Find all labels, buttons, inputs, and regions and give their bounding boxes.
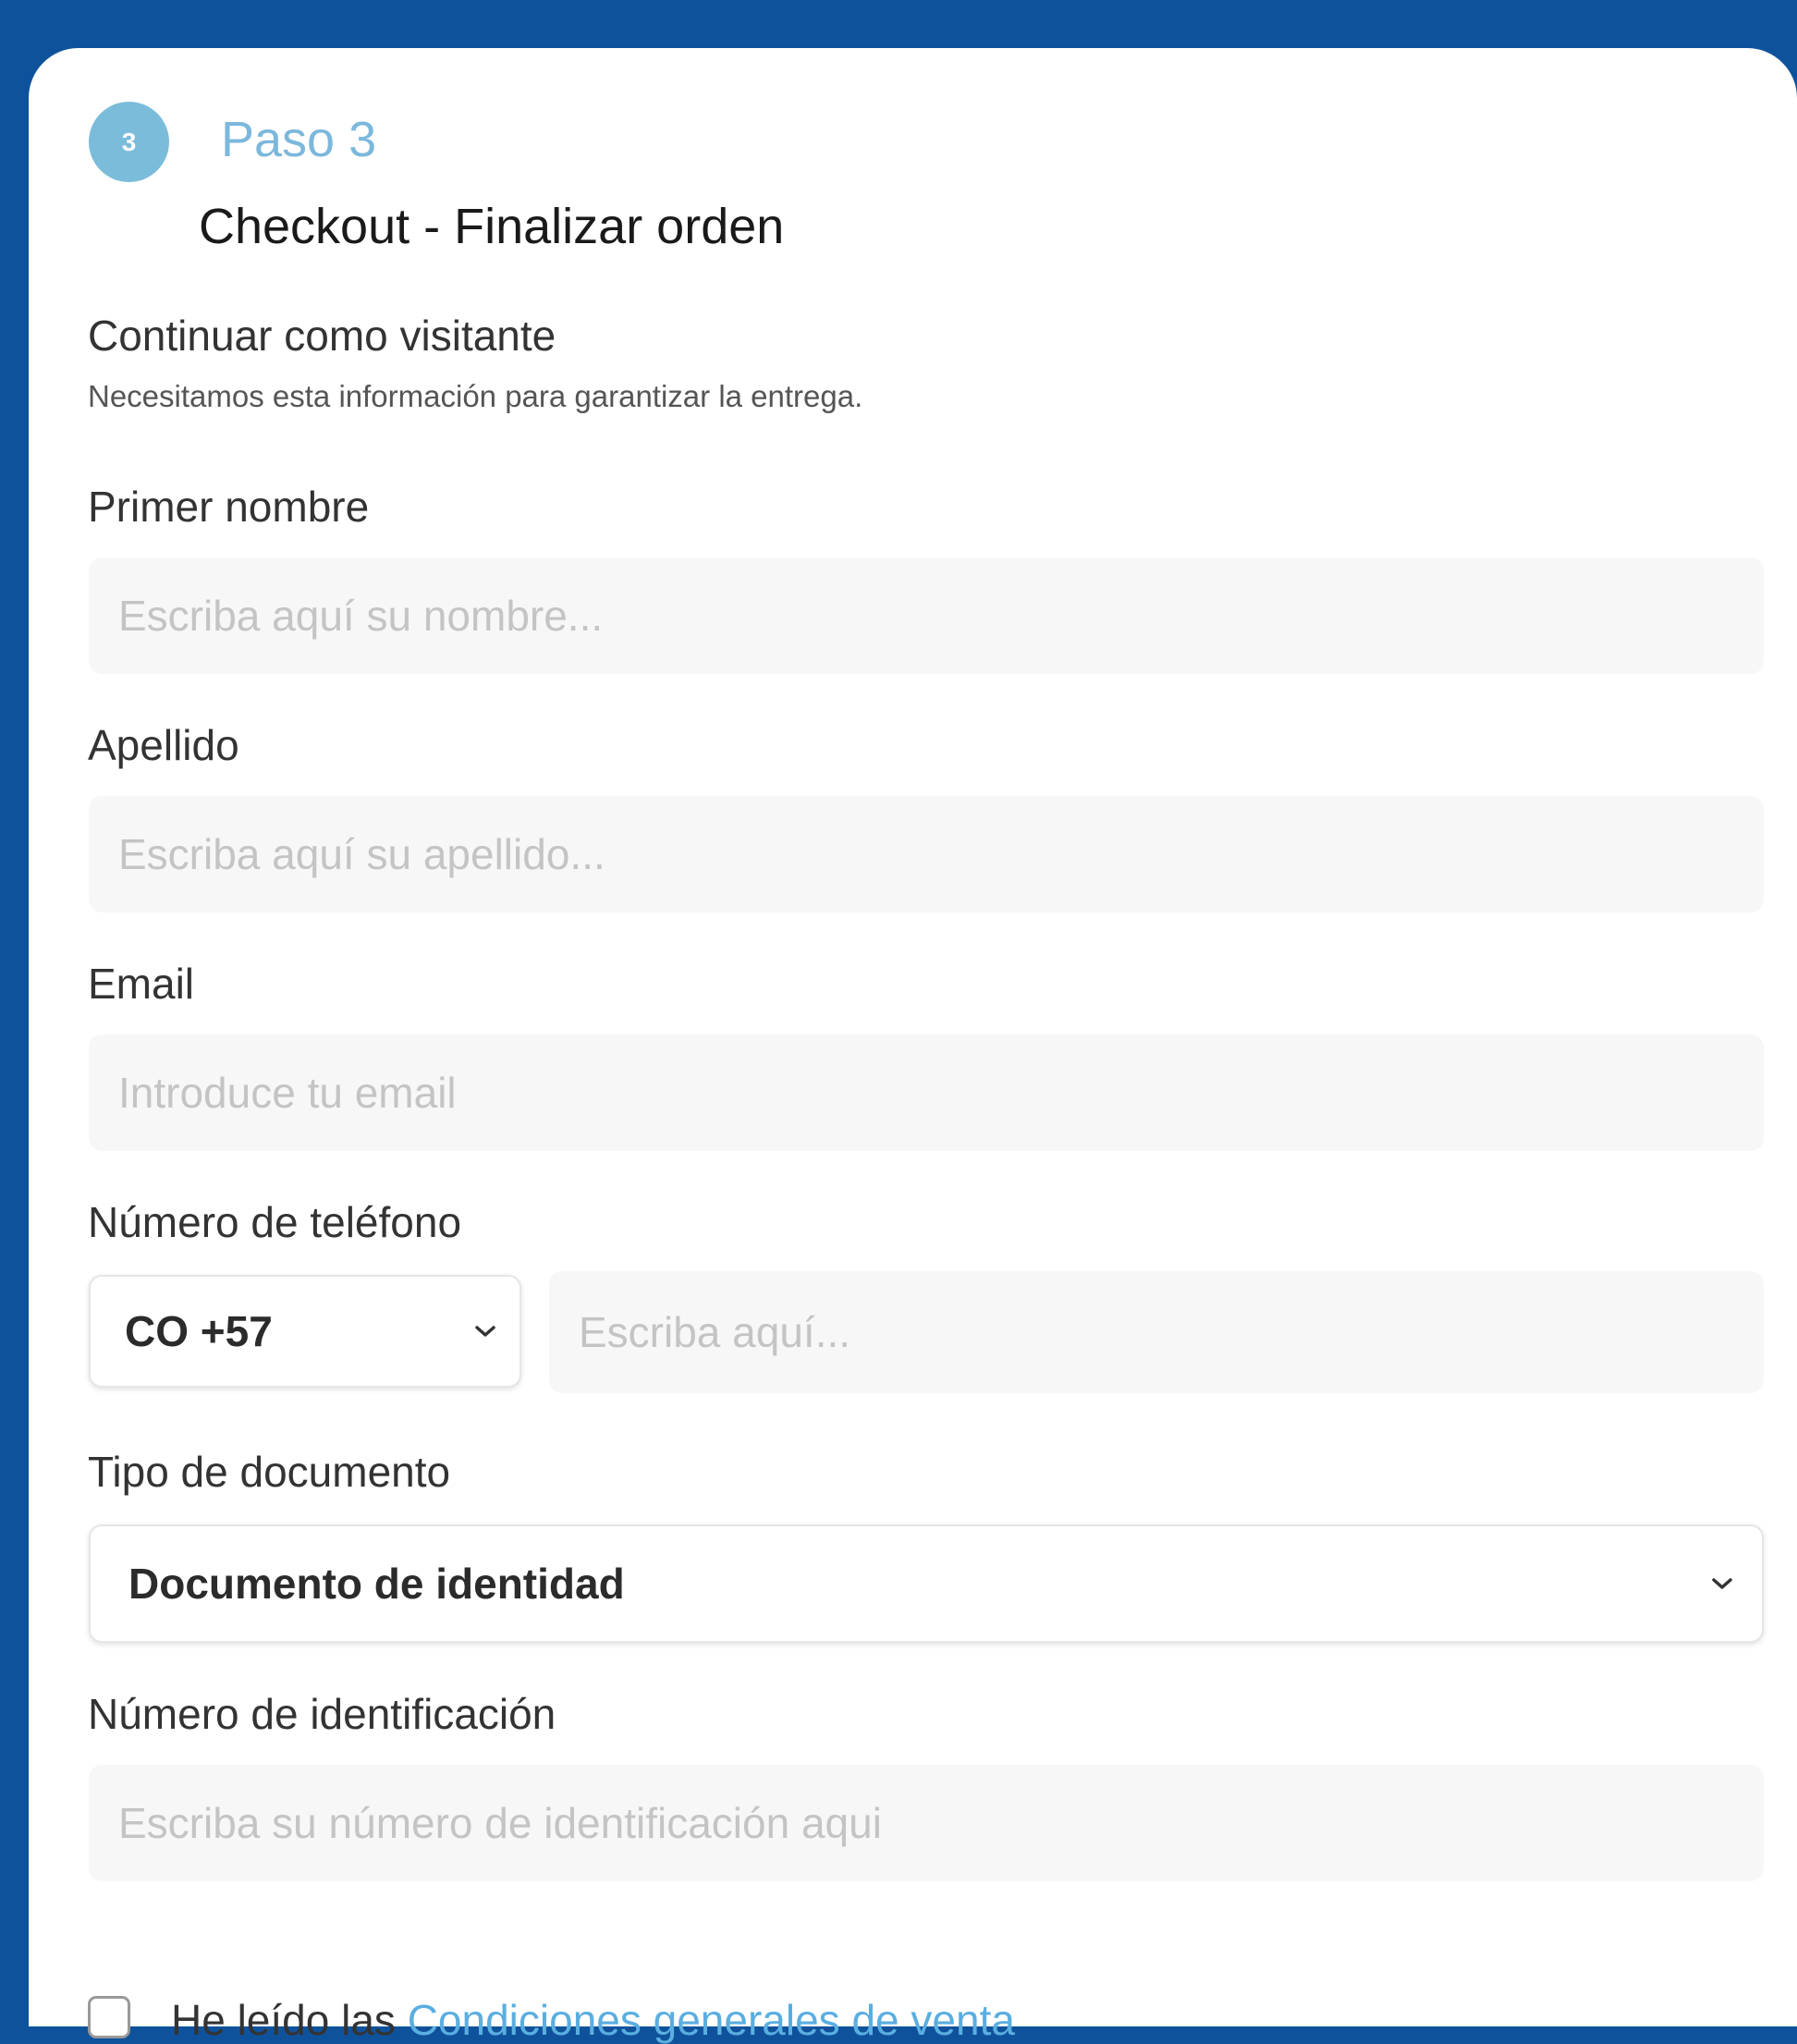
first-name-label: Primer nombre bbox=[88, 483, 370, 531]
phone-number-input[interactable] bbox=[549, 1271, 1764, 1393]
country-code-select[interactable]: CO +57 bbox=[89, 1275, 521, 1388]
terms-checkbox[interactable] bbox=[88, 1996, 130, 2038]
country-code-value: CO +57 bbox=[125, 1307, 273, 1355]
step-number-badge: 3 bbox=[89, 102, 169, 182]
section-subtitle: Necesitamos esta información para garant… bbox=[88, 379, 863, 413]
last-name-input[interactable] bbox=[89, 796, 1764, 912]
first-name-input[interactable] bbox=[89, 557, 1764, 674]
document-number-label: Número de identificación bbox=[88, 1690, 556, 1738]
chevron-down-icon bbox=[470, 1316, 501, 1347]
terms-prefix: He leído las bbox=[171, 1996, 408, 2044]
terms-link[interactable]: Condiciones generales de venta bbox=[408, 1996, 1015, 2044]
email-input[interactable] bbox=[89, 1034, 1764, 1151]
checkout-card: 3 Paso 3 Checkout - Finalizar orden Cont… bbox=[29, 48, 1797, 2041]
step-label: Paso 3 bbox=[221, 112, 377, 167]
document-type-value: Documento de identidad bbox=[128, 1560, 625, 1608]
document-type-label: Tipo de documento bbox=[88, 1448, 451, 1496]
page-title: Checkout - Finalizar orden bbox=[199, 199, 785, 254]
section-title: Continuar como visitante bbox=[88, 312, 556, 360]
terms-text: He leído las Condiciones generales de ve… bbox=[171, 1999, 1015, 2041]
document-number-input[interactable] bbox=[89, 1765, 1764, 1881]
last-name-label: Apellido bbox=[88, 721, 239, 769]
chevron-down-icon bbox=[1706, 1568, 1738, 1599]
email-label: Email bbox=[88, 960, 195, 1008]
phone-label: Número de teléfono bbox=[88, 1198, 462, 1246]
document-type-select[interactable]: Documento de identidad bbox=[89, 1524, 1764, 1643]
